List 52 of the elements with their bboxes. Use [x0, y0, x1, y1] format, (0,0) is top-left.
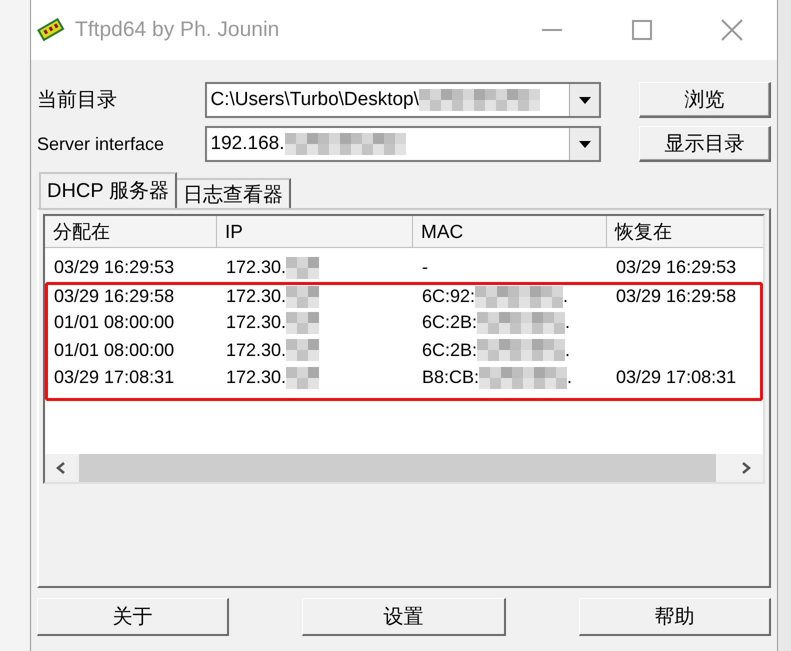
table-cell-text: 172.30. [226, 256, 286, 280]
table-cell-text: . [565, 338, 570, 362]
table-cell-text: 03/29 16:29:53 [54, 256, 174, 280]
tab[interactable]: DHCP 服务器 [39, 172, 177, 208]
combo-value: C:\Users\Turbo\Desktop\ [210, 88, 419, 112]
dropdown-arrow-button[interactable] [569, 84, 600, 116]
window-title: Tftpd64 by Ph. Jounin [75, 17, 280, 44]
table-cell-text: 03/29 16:29:58 [54, 285, 174, 308]
field-label: Server interface [37, 132, 166, 156]
table-cell-text: 172.30. [226, 366, 286, 389]
table-cell-text: 03/29 16:29:53 [616, 256, 736, 280]
tab[interactable]: 日志查看器 [176, 178, 291, 208]
close-icon [721, 19, 743, 41]
maximize-icon [632, 20, 652, 40]
dialog-button[interactable]: 关于 [37, 598, 229, 636]
table-cell-text: . [567, 366, 572, 389]
table-cell-text: 172.30. [226, 338, 286, 362]
table-cell-text: B8:CB: [422, 366, 480, 389]
table-cell-text: 03/29 17:08:31 [616, 366, 736, 389]
table-cell-text: 6C:2B: [422, 338, 478, 362]
table-cell-text: 6C:2B: [422, 311, 478, 334]
table-row[interactable]: 03/29 16:29:53 172.30. - 03/29 16:29:53 [45, 254, 763, 282]
field-label: 当前目录 [37, 88, 118, 113]
dropdown-arrow-button[interactable] [569, 128, 600, 160]
table-cell-text: 03/29 16:29:58 [616, 285, 736, 308]
minimize-icon [542, 29, 562, 31]
combo-value: 192.168. [210, 132, 284, 156]
table-cell-text: . [565, 311, 570, 334]
action-button[interactable]: 浏览 [639, 82, 771, 118]
table-row[interactable]: 03/29 17:08:31 172.30. B8:CB: . 03/29 17:08:31 [45, 364, 763, 401]
column-header[interactable]: IP [217, 216, 413, 248]
table-row[interactable]: 01/01 08:00:00 172.30. 6C:2B: . [45, 336, 763, 364]
table-cell-text: - [422, 256, 428, 280]
column-header[interactable]: 恢复在 [607, 216, 763, 248]
column-header[interactable]: MAC [413, 216, 607, 248]
table-cell-text: 172.30. [226, 311, 286, 334]
table-cell-text: . [563, 285, 568, 308]
table-cell-text: 01/01 08:00:00 [54, 311, 174, 334]
action-button[interactable]: 显示目录 [639, 126, 771, 162]
table-cell-text: 6C:92: [422, 285, 476, 308]
dialog-button[interactable]: 设置 [302, 598, 506, 636]
caret-icon [578, 96, 591, 104]
combo-box[interactable]: C:\Users\Turbo\Desktop\ [204, 82, 602, 118]
caret-icon [578, 140, 591, 148]
table-row[interactable]: 01/01 08:00:00 172.30. 6C:2B: . [45, 309, 763, 336]
dialog-button[interactable]: 帮助 [579, 598, 771, 636]
table-cell-text: 01/01 08:00:00 [54, 338, 174, 362]
table-cell-text: 03/29 17:08:31 [54, 366, 174, 389]
table-row[interactable]: 03/29 16:29:58 172.30. 6C:92: . 03/29 16:29:58 [45, 282, 763, 309]
table-cell-text: 172.30. [226, 285, 286, 308]
combo-box[interactable]: 192.168. [204, 126, 602, 162]
column-header[interactable]: 分配在 [45, 216, 217, 248]
